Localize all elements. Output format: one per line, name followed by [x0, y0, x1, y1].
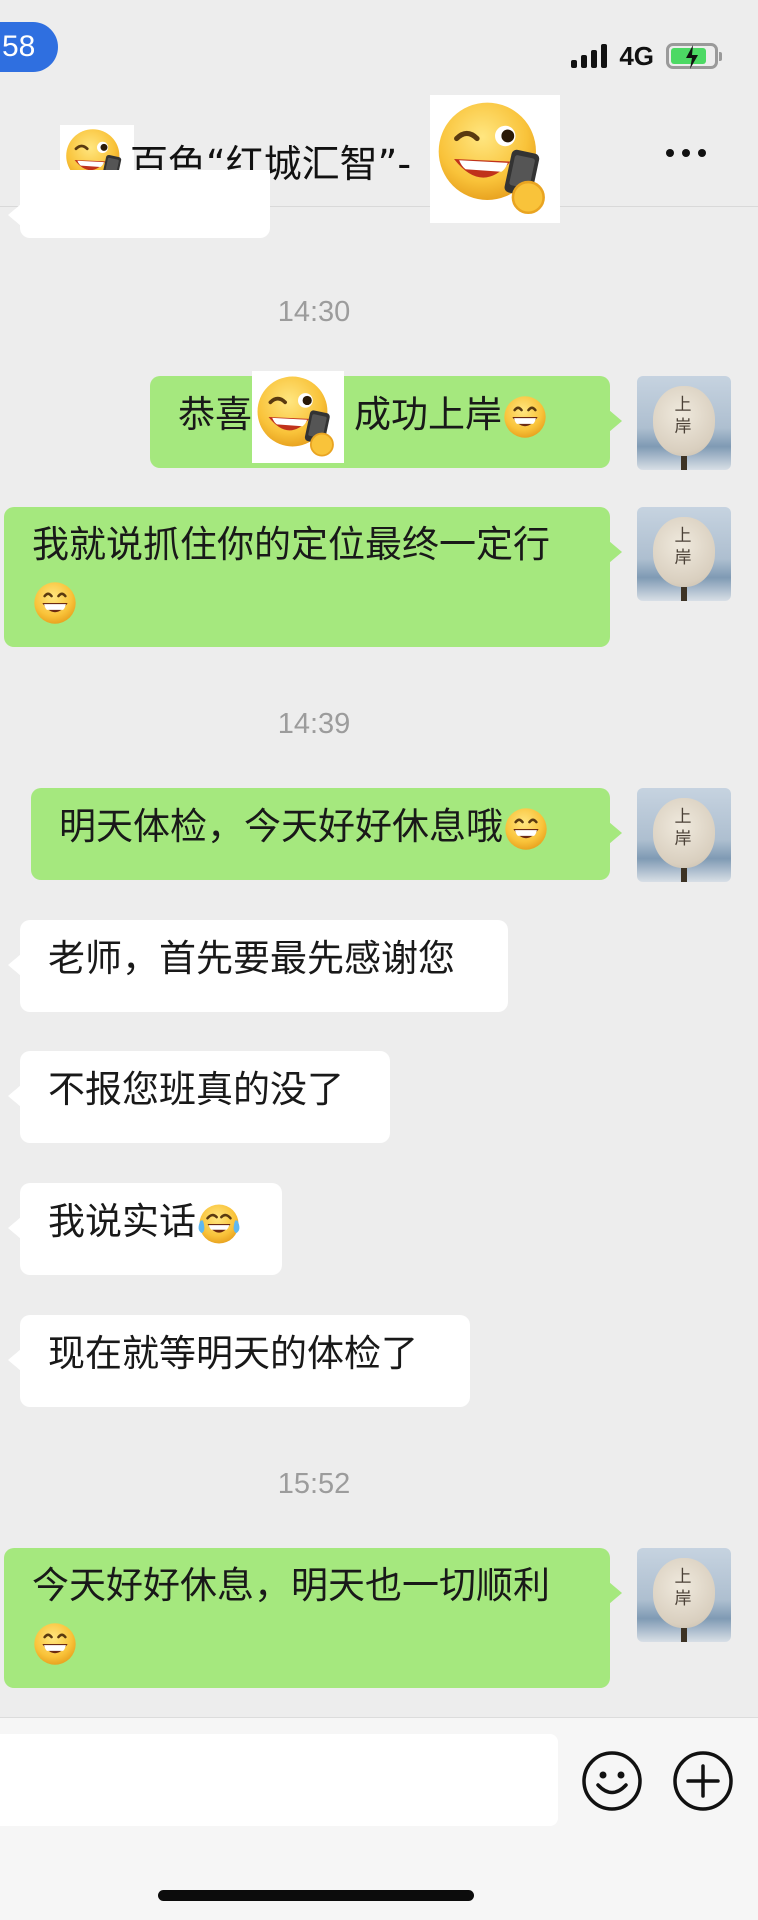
smiley-icon[interactable] [581, 1750, 643, 1812]
more-horizontal-icon[interactable] [666, 149, 706, 157]
message-bubble-incoming-partial [8, 170, 270, 238]
network-type: 4G [619, 40, 654, 71]
tears-of-joy-emoji-icon [196, 1201, 242, 1247]
grin-emoji-icon [32, 580, 78, 626]
status-indicators: 4G [571, 38, 722, 74]
message-text: 今天好好休息，明天也一切顺利 [32, 1564, 550, 1607]
avatar[interactable]: 上岸 [637, 507, 731, 601]
message-bubble-incoming[interactable]: 我说实话 [8, 1183, 282, 1275]
message-text: 不报您班真的没了 [48, 1068, 344, 1111]
message-bubble-outgoing[interactable]: 明天体检，今天好好休息哦 [31, 788, 622, 880]
avatar[interactable]: 上岸 [637, 788, 731, 882]
timestamp: 15:52 [277, 1468, 351, 1500]
timestamp: 14:39 [277, 708, 351, 740]
message-bubble-outgoing[interactable]: 我就说抓住你的定位最终一定行 [4, 507, 622, 647]
timestamp: 14:30 [277, 296, 351, 328]
input-bar [0, 1717, 758, 1920]
plus-circle-icon[interactable] [672, 1750, 734, 1812]
message-text: 现在就等明天的体检了 [48, 1332, 418, 1375]
avatar[interactable]: 上岸 [637, 1548, 731, 1642]
message-bubble-outgoing[interactable]: 今天好好休息，明天也一切顺利 [4, 1548, 622, 1688]
battery-icon [666, 43, 722, 69]
message-text: 我说实话 [48, 1200, 196, 1243]
message-text: 老师，首先要最先感谢您 [48, 937, 455, 980]
grin-emoji-icon [32, 1621, 78, 1667]
home-indicator[interactable] [158, 1890, 474, 1901]
avatar[interactable]: 上岸 [637, 376, 731, 470]
message-bubble-incoming[interactable]: 现在就等明天的体检了 [8, 1315, 470, 1407]
wink-phone-emoji-icon [252, 370, 344, 463]
message-text: 明天体检，今天好好休息哦 [59, 805, 503, 848]
status-time: 58 [0, 22, 58, 72]
message-bubble-outgoing[interactable]: 恭喜 成功上岸 [150, 370, 622, 468]
message-text: 成功上岸 [354, 393, 502, 436]
grin-emoji-icon [502, 394, 548, 440]
wink-phone-emoji-icon [430, 95, 560, 223]
signal-icon [571, 44, 608, 68]
message-bubble-incoming[interactable]: 老师，首先要最先感谢您 [8, 920, 508, 1012]
message-bubble-incoming[interactable]: 不报您班真的没了 [8, 1051, 390, 1143]
grin-emoji-icon [503, 806, 549, 852]
message-text: 我就说抓住你的定位最终一定行 [32, 523, 550, 566]
message-input[interactable] [0, 1734, 558, 1826]
message-text: 恭喜 [178, 393, 252, 436]
